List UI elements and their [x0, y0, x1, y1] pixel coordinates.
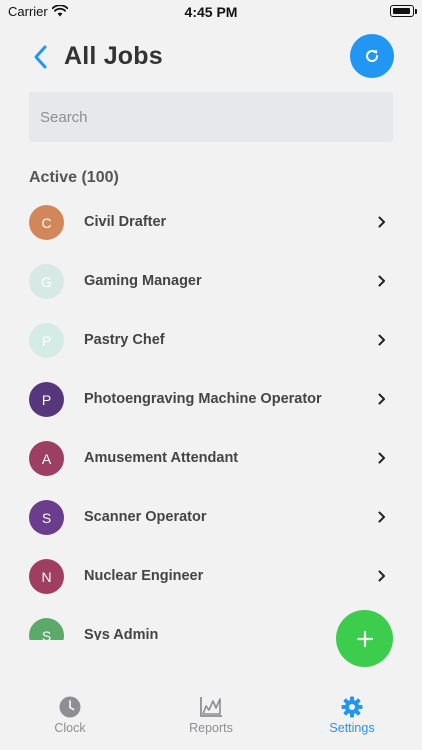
gear-icon: [341, 696, 363, 718]
clock-icon: [59, 696, 81, 718]
job-name: Amusement Attendant: [84, 450, 239, 466]
job-name: Photoengraving Machine Operator: [84, 391, 322, 407]
chevron-left-icon: [34, 45, 47, 69]
chevron-right-icon: [378, 334, 385, 346]
status-bar: Carrier 4:45 PM: [0, 0, 422, 24]
avatar: S: [29, 500, 64, 535]
chevron-right-icon: [378, 452, 385, 464]
avatar: P: [29, 382, 64, 417]
avatar: S: [29, 618, 64, 640]
tab-clock-label: Clock: [54, 721, 86, 735]
chevron-right-icon: [378, 511, 385, 523]
tab-settings[interactable]: Settings: [282, 680, 422, 740]
section-title: Active (100): [29, 169, 119, 186]
job-list-item[interactable]: P Pastry Chef: [0, 311, 422, 370]
job-name: Nuclear Engineer: [84, 568, 204, 584]
avatar: P: [29, 323, 64, 358]
job-list-item[interactable]: P Photoengraving Machine Operator: [0, 370, 422, 429]
avatar: N: [29, 559, 64, 594]
avatar: A: [29, 441, 64, 476]
tab-reports[interactable]: Reports: [141, 680, 281, 740]
job-name: Pastry Chef: [84, 332, 165, 348]
refresh-icon: [366, 50, 379, 62]
job-list-item[interactable]: S Scanner Operator: [0, 488, 422, 547]
job-list-item[interactable]: C Civil Drafter: [0, 193, 422, 252]
chevron-right-icon: [378, 216, 385, 228]
tab-reports-label: Reports: [189, 721, 233, 735]
job-name: Gaming Manager: [84, 273, 202, 289]
job-name: Scanner Operator: [84, 509, 207, 525]
refresh-button[interactable]: [350, 34, 394, 78]
battery-icon: [390, 5, 414, 17]
job-list-item[interactable]: G Gaming Manager: [0, 252, 422, 311]
chevron-right-icon: [378, 570, 385, 582]
chevron-right-icon: [378, 393, 385, 405]
job-list: C Civil Drafter G Gaming Manager P Pastry Che…: [0, 193, 422, 640]
battery-tip: [415, 9, 417, 14]
avatar: G: [29, 264, 64, 299]
search-input[interactable]: [29, 92, 393, 142]
chart-icon: [200, 697, 222, 717]
page-title: All Jobs: [64, 42, 163, 70]
job-list-item[interactable]: A Amusement Attendant: [0, 429, 422, 488]
job-name: Sys Admin: [84, 627, 159, 640]
job-list-item[interactable]: N Nuclear Engineer: [0, 547, 422, 606]
add-job-button[interactable]: [336, 610, 393, 667]
status-time: 4:45 PM: [184, 4, 238, 20]
avatar: C: [29, 205, 64, 240]
plus-icon: [356, 630, 373, 647]
tab-clock[interactable]: Clock: [0, 680, 140, 740]
job-name: Civil Drafter: [84, 214, 167, 230]
chevron-right-icon: [378, 275, 385, 287]
tab-bar: Clock Reports Settings: [0, 680, 422, 750]
tab-settings-label: Settings: [329, 721, 375, 735]
header: All Jobs: [0, 34, 422, 80]
back-button[interactable]: [30, 44, 52, 70]
